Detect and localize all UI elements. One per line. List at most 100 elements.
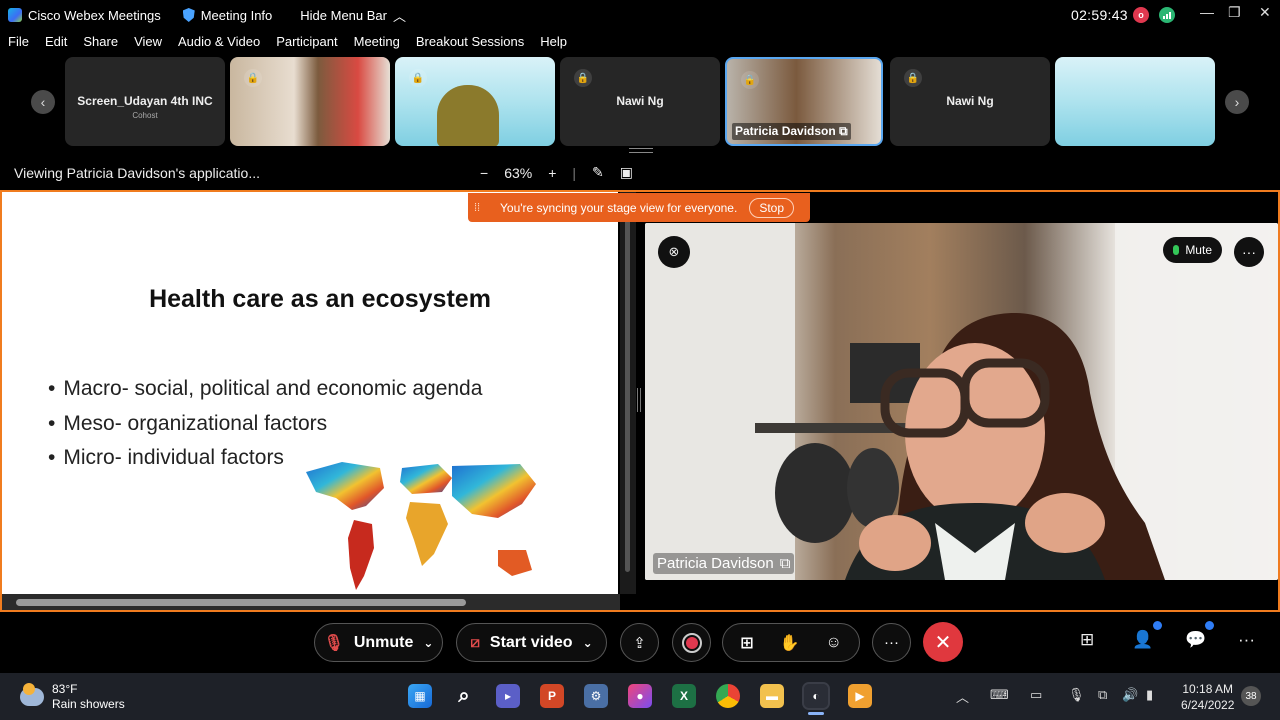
lock-icon: 🔒 — [574, 69, 592, 87]
participant-thumbnail[interactable] — [1055, 57, 1215, 146]
chat-icon[interactable]: 💬 — [1185, 630, 1206, 650]
active-speaker-video: ⊗ Mute ··· Patricia Davidson ⧉ — [645, 223, 1278, 580]
share-screen-icon: ⧉ — [839, 124, 848, 138]
vertical-scrollbar[interactable] — [620, 192, 636, 594]
chevron-down-icon[interactable]: ⌄ — [423, 636, 433, 650]
meeting-info-button[interactable]: Meeting Info — [182, 8, 272, 23]
network-signal-icon — [1159, 7, 1175, 23]
thumbnails-next-button[interactable]: › — [1225, 90, 1249, 114]
zoom-out-button[interactable]: − — [480, 165, 488, 181]
stop-sync-button[interactable]: Stop — [749, 197, 794, 218]
viewing-label: Viewing Patricia Davidson's applicatio..… — [14, 165, 260, 181]
layout-grid-icon[interactable]: ⊞ — [740, 633, 753, 653]
webex-taskbar-icon[interactable]: ◐ — [802, 682, 830, 710]
unmute-button[interactable]: 🎙 Unmute ⌄ — [314, 623, 443, 662]
mute-participant-button[interactable]: Mute — [1163, 237, 1222, 263]
speaker-name-label: Patricia Davidson ⧉ — [653, 553, 795, 574]
microphone-icon — [1173, 245, 1180, 255]
annotate-icon[interactable]: ✎ — [592, 164, 604, 181]
drag-handle-icon[interactable]: ⁞⁞ — [474, 202, 484, 214]
minimize-button[interactable]: — — [1200, 4, 1214, 20]
microphone-icon[interactable]: 🎙 — [1068, 687, 1085, 703]
chevron-up-icon[interactable]: ︿ — [956, 687, 969, 706]
windows-start-icon[interactable]: ▦ — [408, 684, 432, 708]
reactions-icon[interactable]: ☺ — [825, 634, 841, 652]
participant-thumbnail-active[interactable]: 🔒 Patricia Davidson ⧉ — [725, 57, 883, 146]
shared-slide: Health care as an ecosystem Macro- socia… — [2, 192, 618, 594]
menu-audio-video[interactable]: Audio & Video — [178, 34, 260, 54]
horizontal-scrollbar[interactable] — [2, 594, 620, 610]
menu-meeting[interactable]: Meeting — [354, 34, 400, 54]
menu-edit[interactable]: Edit — [45, 34, 67, 54]
keyboard-icon[interactable]: ⌨ — [990, 687, 1009, 703]
zoom-level[interactable]: 63% — [504, 165, 532, 181]
split-resize-handle[interactable] — [637, 388, 641, 412]
teams-chat-icon[interactable]: ▸ — [496, 684, 520, 708]
active-app-indicator — [808, 712, 824, 715]
remote-control-icon[interactable]: ▣ — [620, 164, 633, 181]
media-player-icon[interactable]: ▶ — [848, 684, 872, 708]
chrome-icon[interactable] — [716, 684, 740, 708]
pin-icon[interactable]: ⊗ — [658, 236, 690, 268]
participant-avatar — [437, 85, 499, 146]
notification-dot — [1205, 621, 1214, 630]
network-icon[interactable]: ⧉ — [1098, 687, 1107, 703]
sync-banner: ⁞⁞ You're syncing your stage view for ev… — [468, 193, 810, 222]
battery-icon[interactable]: ▮ — [1146, 687, 1153, 703]
participant-thumbnail[interactable]: 🔒 Nawi Ng — [560, 57, 720, 146]
notification-badge[interactable]: 38 — [1241, 686, 1261, 706]
settings-icon[interactable]: ⚙ — [584, 684, 608, 708]
menu-view[interactable]: View — [134, 34, 162, 54]
thumbnails-prev-button[interactable]: ‹ — [31, 90, 55, 114]
volume-icon[interactable]: 🔊 — [1122, 687, 1138, 703]
zoom-in-button[interactable]: + — [548, 165, 556, 181]
menu-help[interactable]: Help — [540, 34, 567, 54]
record-icon[interactable] — [672, 623, 711, 662]
participant-thumbnail[interactable]: 🔒 — [395, 57, 555, 146]
slide-bullet: Macro- social, political and economic ag… — [48, 372, 482, 407]
microphone-muted-icon: 🎙 — [323, 634, 344, 652]
tablet-icon[interactable]: ▭ — [1030, 687, 1042, 703]
video-off-icon: ⧄ — [470, 634, 480, 651]
share-screen-icon: ⧉ — [779, 555, 791, 572]
raise-hand-icon[interactable]: ✋ — [780, 633, 800, 653]
restore-button[interactable]: ❐ — [1228, 4, 1241, 21]
resize-handle[interactable] — [629, 148, 653, 153]
more-options-icon[interactable]: ··· — [872, 623, 911, 662]
participants-icon[interactable]: 👤 — [1132, 630, 1153, 650]
participant-thumbnail[interactable]: 🔒 Nawi Ng — [890, 57, 1050, 146]
notification-dot — [1153, 621, 1162, 630]
participant-thumbnail[interactable]: Screen_Udayan 4th INC Cohost — [65, 57, 225, 146]
leave-meeting-button[interactable]: ✕ — [923, 622, 963, 662]
app-title: Cisco Webex Meetings — [8, 8, 161, 23]
file-explorer-icon[interactable]: ▬ — [760, 684, 784, 708]
reactions-group: ⊞ ✋ ☺ — [722, 623, 860, 662]
lock-icon: 🔒 — [409, 69, 427, 87]
weather-widget[interactable]: 83°F Rain showers — [20, 682, 125, 712]
lock-icon: 🔒 — [741, 71, 759, 89]
app-name: Cisco Webex Meetings — [28, 7, 161, 23]
more-options-icon[interactable]: ··· — [1234, 237, 1264, 267]
weather-icon — [20, 683, 44, 706]
participant-thumbnail[interactable]: 🔒 — [230, 57, 390, 146]
paint-icon[interactable]: ● — [628, 684, 652, 708]
start-video-button[interactable]: ⧄ Start video ⌄ — [456, 623, 607, 662]
world-map-image — [306, 462, 536, 590]
system-clock[interactable]: 10:18 AM 6/24/2022 — [1181, 681, 1234, 713]
menu-breakout-sessions[interactable]: Breakout Sessions — [416, 34, 524, 54]
hide-menu-bar-button[interactable]: Hide Menu Bar ︿ — [300, 6, 406, 25]
menu-participant[interactable]: Participant — [276, 34, 337, 54]
chevron-down-icon[interactable]: ⌄ — [583, 636, 593, 650]
divider: | — [572, 164, 577, 181]
powerpoint-icon[interactable]: P — [540, 684, 564, 708]
excel-icon[interactable]: X — [672, 684, 696, 708]
menu-share[interactable]: Share — [83, 34, 118, 54]
menu-bar: File Edit Share View Audio & Video Parti… — [0, 34, 575, 54]
slide-title: Health care as an ecosystem — [149, 285, 491, 313]
close-window-button[interactable]: ✕ — [1259, 4, 1271, 21]
menu-file[interactable]: File — [8, 34, 29, 54]
search-icon[interactable]: ⌕ — [452, 684, 476, 708]
apps-icon[interactable]: ⊞ — [1080, 630, 1094, 650]
more-options-icon[interactable]: ··· — [1238, 630, 1255, 650]
share-icon[interactable]: ⇪ — [620, 623, 659, 662]
